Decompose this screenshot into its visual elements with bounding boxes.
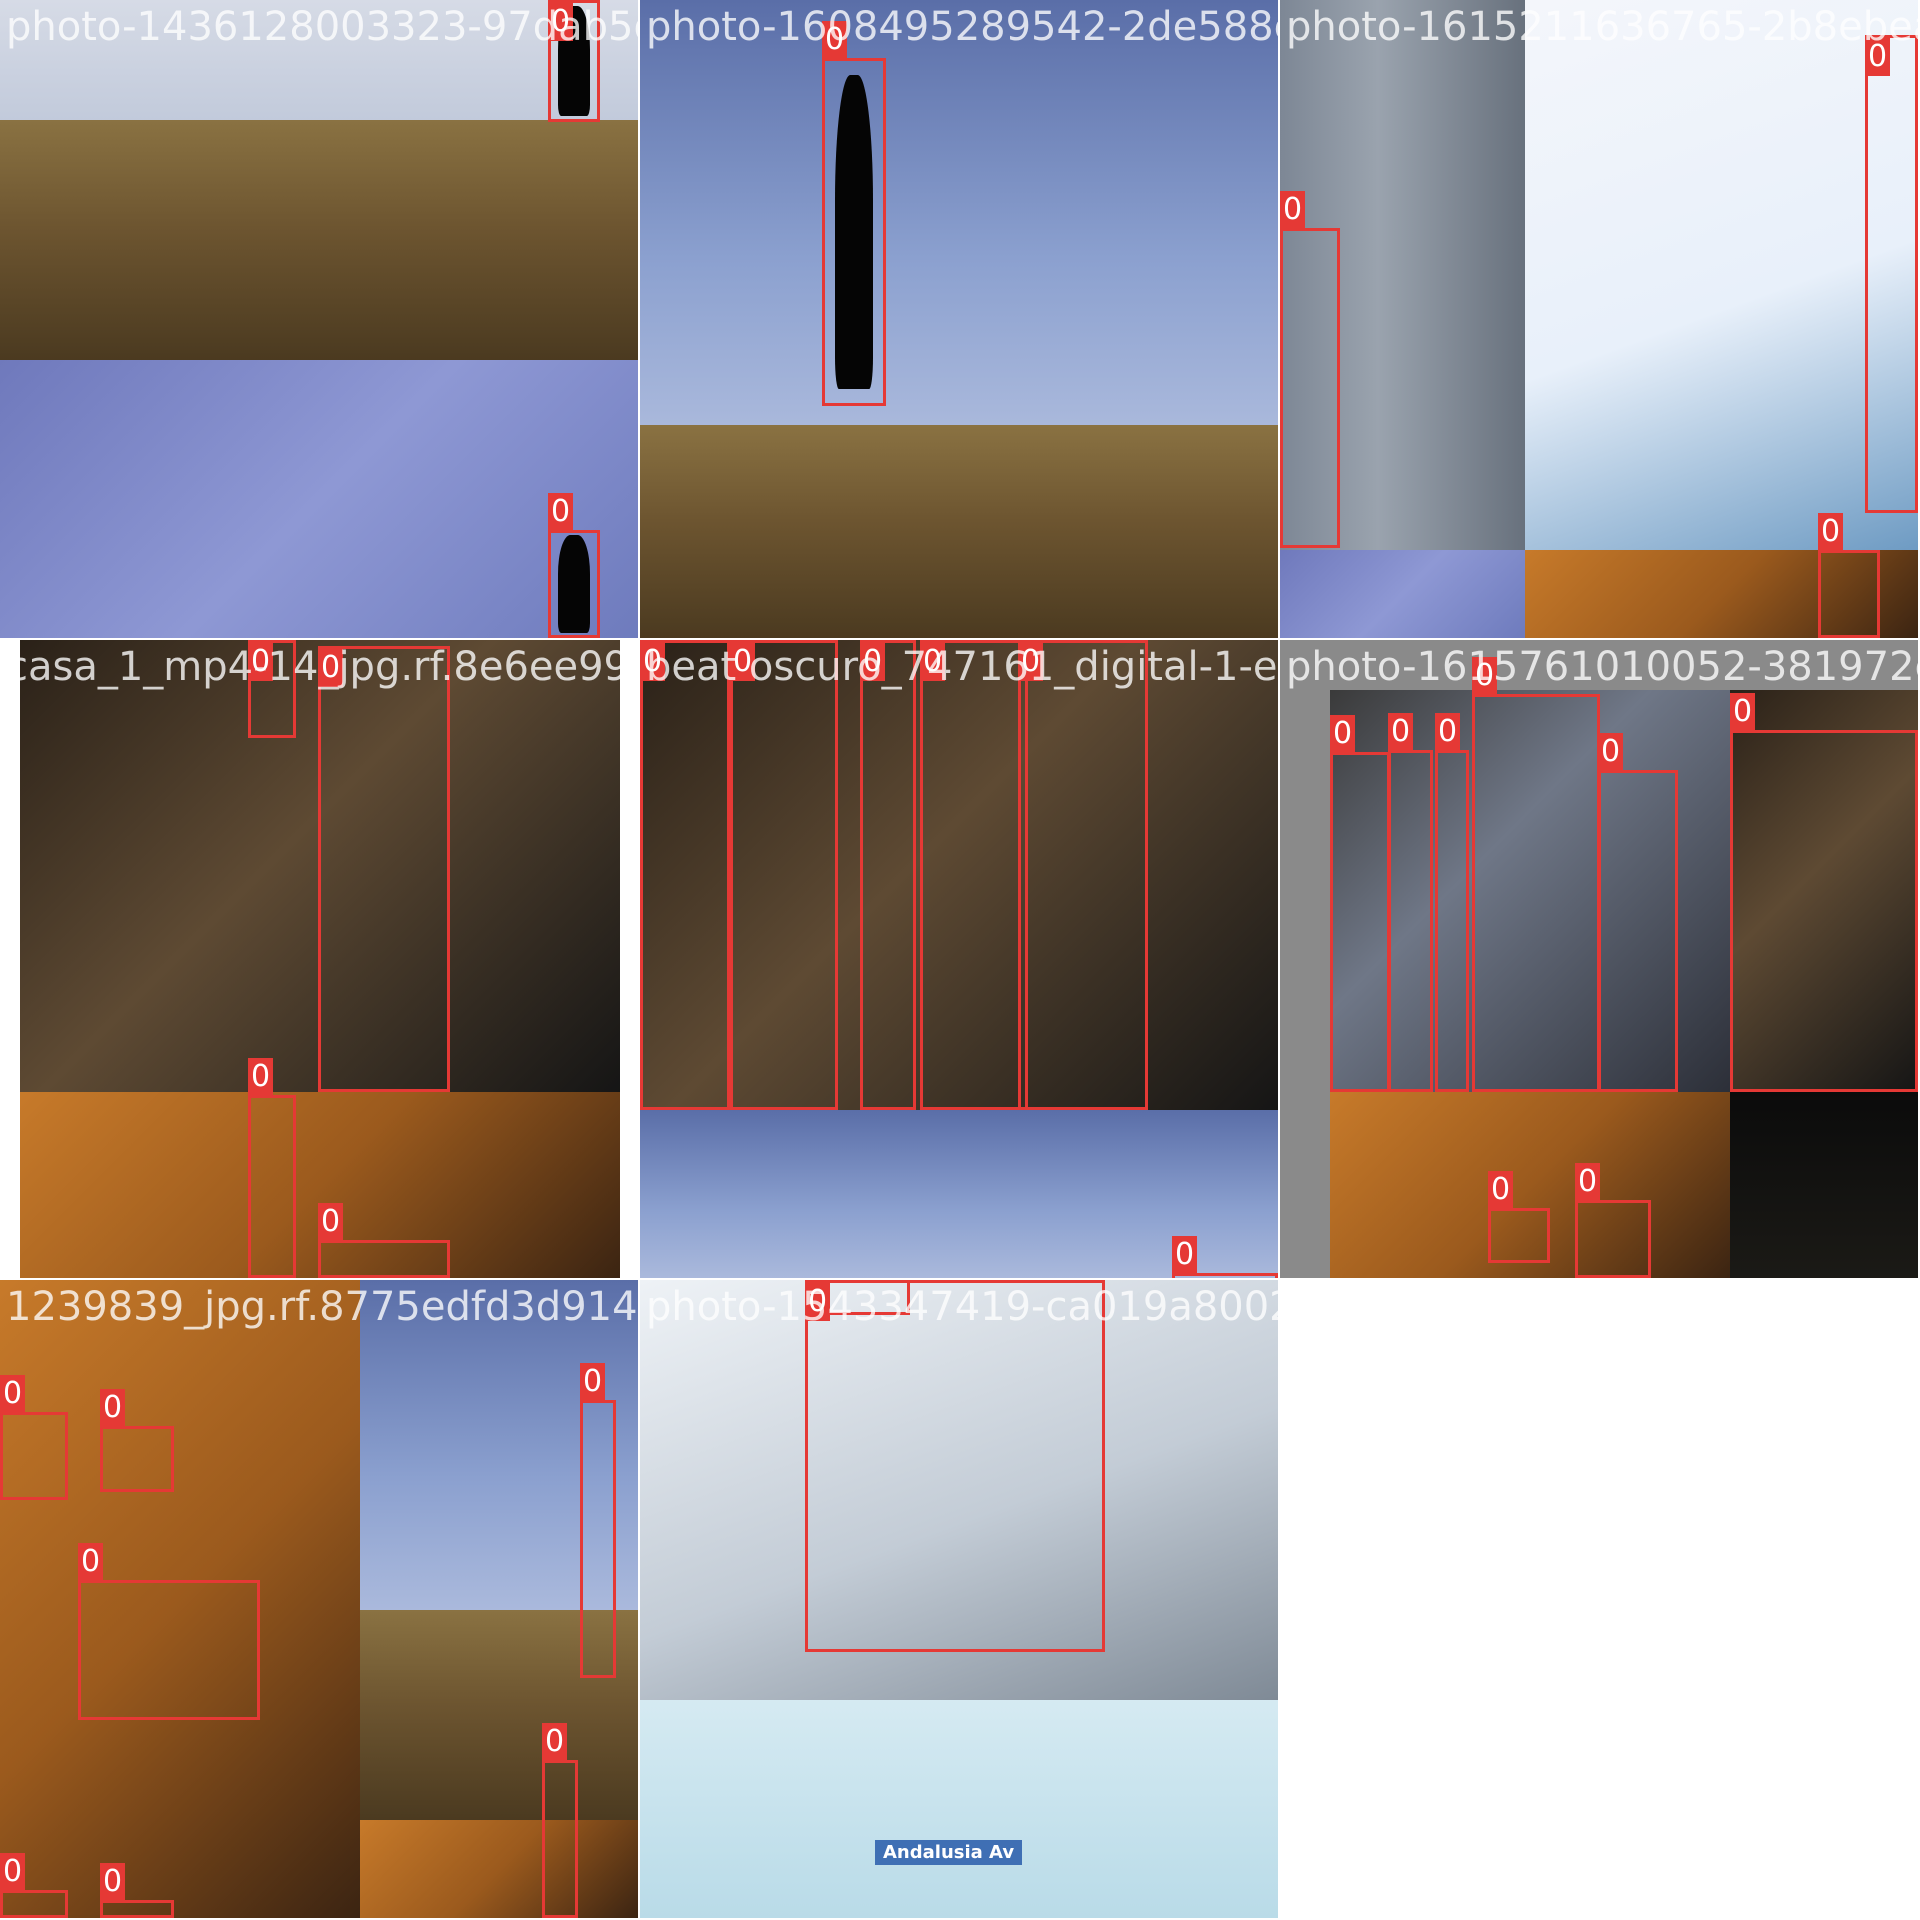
bounding-box: 0 [860, 640, 916, 1110]
box-class-label: 0 [1488, 1171, 1514, 1209]
bounding-box: 0 [1818, 513, 1880, 638]
mosaic-tile: 000000beat oscuro_747161_digital-1-e1584… [640, 640, 1278, 1278]
bounding-box: 0 [1280, 191, 1340, 548]
box-class-label: 0 [542, 1723, 568, 1761]
bounding-box: 0 [318, 1203, 450, 1278]
mosaic-tile [1280, 1280, 1918, 1918]
box-class-label: 0 [920, 643, 946, 681]
bounding-box: 0 [248, 1058, 296, 1278]
box-class-label: 0 [0, 1375, 26, 1413]
box-class-label: 0 [730, 643, 756, 681]
image-region [640, 425, 1278, 638]
box-class-label: 0 [1388, 713, 1414, 751]
box-class-label: 0 [640, 643, 666, 681]
street-sign: Andalusia Av [875, 1840, 1023, 1865]
mosaic-tile: Andalusia Av00photo-1543347419-ca019a800… [640, 1280, 1278, 1918]
image-region [360, 1820, 638, 1918]
image-region [1730, 1092, 1918, 1278]
bounding-box: 0 [542, 1723, 578, 1918]
box-class-label: 0 [548, 3, 574, 41]
mosaic-tile: 00000000photo-1615761010052-381972c6b92e [1280, 640, 1918, 1278]
bounding-box: 0 [318, 646, 450, 1092]
box-class-label: 0 [1818, 513, 1844, 551]
bounding-box: 0 [805, 1280, 1105, 1652]
box-class-label: 0 [248, 1058, 274, 1096]
box-class-label: 0 [805, 1283, 831, 1321]
bounding-box: 0 [822, 21, 886, 406]
bounding-box: 0 [1388, 713, 1433, 1092]
bounding-box: 0 [1865, 35, 1918, 513]
box-class-label: 0 [1472, 657, 1498, 695]
mosaic-grid: 00photo-1436128003323-97dab5d5a7a9_jpg.r… [0, 0, 1920, 1920]
bounding-box: 0 [0, 1853, 68, 1918]
bounding-box: 0 [1575, 1163, 1651, 1278]
bounding-box: 0 [1172, 1236, 1278, 1278]
image-region [0, 360, 638, 638]
bounding-box: 0 [805, 1280, 910, 1321]
box-class-label: 0 [860, 643, 886, 681]
box-class-label: 0 [318, 1203, 344, 1241]
bounding-box: 0 [248, 640, 296, 738]
image-region [0, 120, 638, 360]
image-region [1280, 550, 1525, 638]
box-class-label: 0 [1575, 1163, 1601, 1201]
box-class-label: 0 [1865, 38, 1891, 76]
box-class-label: 0 [1598, 733, 1624, 771]
bounding-box: 0 [730, 640, 838, 1110]
image-region [640, 1700, 1278, 1918]
box-class-label: 0 [100, 1389, 126, 1427]
bounding-box: 0 [1018, 640, 1148, 1110]
bounding-box: 0 [1330, 715, 1390, 1092]
image-region [640, 0, 1278, 430]
box-class-label: 0 [1172, 1236, 1198, 1274]
bounding-box: 0 [100, 1389, 174, 1492]
box-class-label: 0 [1018, 643, 1044, 681]
bounding-box: 0 [100, 1863, 174, 1918]
box-class-label: 0 [1730, 693, 1756, 731]
mosaic-tile: 0photo-1608495289542-2de588ea61e0_jpg.rf… [640, 0, 1278, 638]
bounding-box: 0 [920, 640, 1028, 1110]
box-class-label: 0 [1435, 713, 1461, 751]
box-class-label: 0 [1330, 715, 1356, 753]
box-class-label: 0 [248, 643, 274, 681]
bounding-box: 0 [1435, 713, 1469, 1092]
mosaic-tile: 0000casa_1_mp4-14_jpg.rf.8e6ee99a55f [0, 640, 638, 1278]
bounding-box: 0 [1598, 733, 1678, 1092]
mosaic-tile: 000photo-1615211636765-2b8ebea5f9e3 [1280, 0, 1918, 638]
bounding-box: 0 [1730, 693, 1918, 1092]
box-class-label: 0 [100, 1863, 126, 1901]
bounding-box: 0 [640, 640, 730, 1110]
box-class-label: 0 [548, 493, 574, 531]
mosaic-tile: 00photo-1436128003323-97dab5d5a7a9_jpg.r… [0, 0, 638, 638]
bounding-box: 0 [580, 1363, 616, 1678]
bounding-box: 0 [1472, 657, 1600, 1092]
box-class-label: 0 [0, 1853, 26, 1891]
box-class-label: 0 [580, 1363, 606, 1401]
box-class-label: 0 [822, 21, 848, 59]
bounding-box: 0 [548, 493, 600, 638]
bounding-box: 0 [0, 1375, 68, 1500]
mosaic-tile: 00000001239839_jpg.rf.8775edfd3d9140f2cf… [0, 1280, 638, 1918]
box-class-label: 0 [78, 1543, 104, 1581]
bounding-box: 0 [1488, 1171, 1550, 1263]
bounding-box: 0 [78, 1543, 260, 1720]
box-class-label: 0 [1280, 191, 1306, 229]
box-class-label: 0 [318, 649, 344, 687]
bounding-box: 0 [548, 0, 600, 122]
image-region [1525, 0, 1918, 550]
